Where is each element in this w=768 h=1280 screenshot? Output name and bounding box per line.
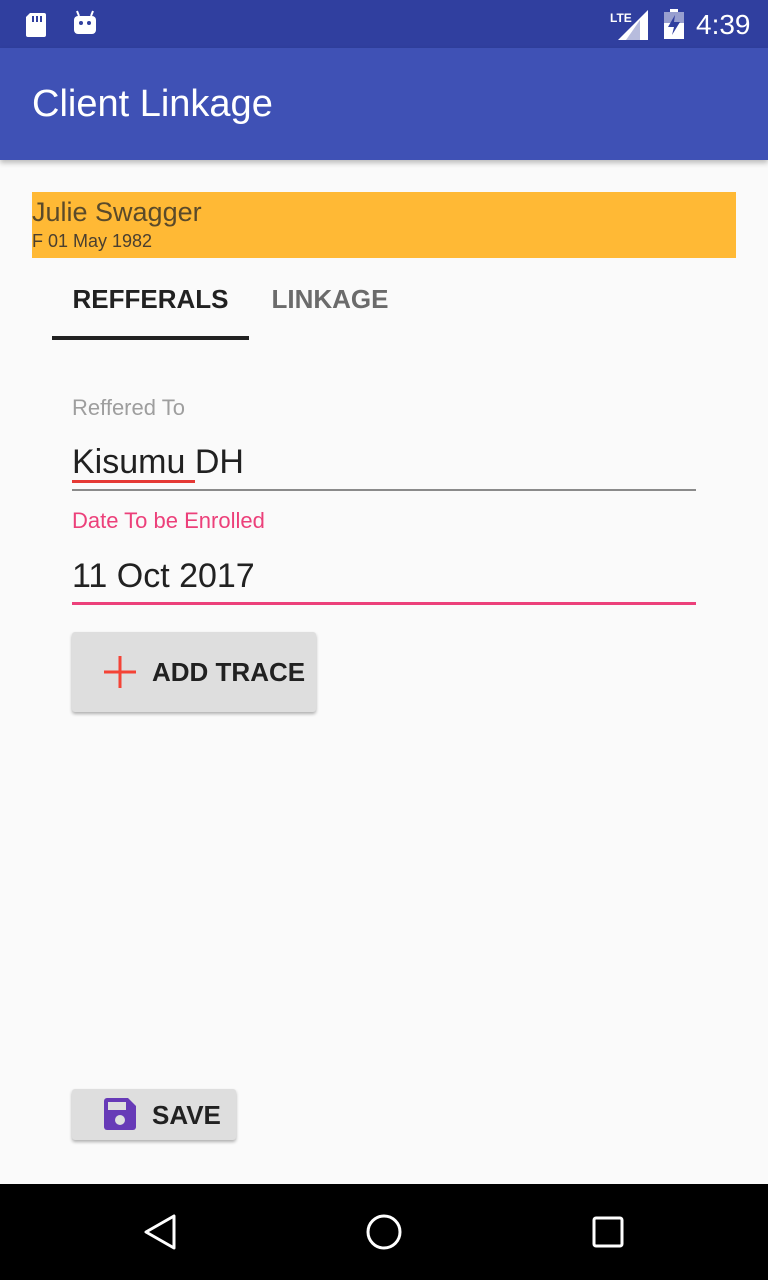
- status-bar: LTE 4:39: [0, 0, 768, 48]
- tab-refferals[interactable]: REFFERALS: [52, 270, 249, 340]
- tab-indicator: [52, 336, 249, 340]
- save-button[interactable]: SAVE: [72, 1089, 236, 1140]
- client-banner: Julie Swagger F 01 May 1982: [32, 192, 736, 258]
- app-bar: Client Linkage: [0, 48, 768, 160]
- add-trace-label: ADD TRACE: [152, 657, 306, 687]
- date-enrolled-label: Date To be Enrolled: [72, 508, 265, 533]
- tab-linkage[interactable]: LINKAGE: [249, 270, 411, 340]
- tab-bar: REFFERALS LINKAGE: [52, 270, 752, 340]
- home-icon[interactable]: [364, 1212, 404, 1252]
- battery-icon: [664, 9, 684, 39]
- referred-to-field[interactable]: Kisumu DH: [72, 442, 244, 482]
- status-time: 4:39: [696, 9, 751, 40]
- client-name: Julie Swagger: [32, 197, 202, 227]
- date-enrolled-underline: [72, 602, 696, 605]
- back-icon[interactable]: [140, 1212, 180, 1252]
- plus-icon: [104, 656, 136, 688]
- android-debug-icon: [74, 10, 96, 34]
- client-details: F 01 May 1982: [32, 231, 153, 251]
- referred-to-label: Reffered To: [72, 395, 185, 420]
- svg-text:LTE: LTE: [610, 11, 632, 25]
- save-label: SAVE: [152, 1100, 221, 1130]
- spellcheck-underline: [72, 480, 195, 483]
- add-trace-button[interactable]: ADD TRACE: [72, 632, 316, 712]
- referred-to-underline: [72, 489, 696, 491]
- sd-card-icon: [26, 13, 46, 37]
- lte-signal-icon: LTE: [610, 10, 648, 40]
- floppy-disk-icon: [104, 1098, 136, 1130]
- recents-icon[interactable]: [588, 1212, 628, 1252]
- page-title: Client Linkage: [32, 83, 273, 125]
- date-enrolled-field[interactable]: 11 Oct 2017: [72, 556, 255, 596]
- navigation-bar: [0, 1184, 768, 1280]
